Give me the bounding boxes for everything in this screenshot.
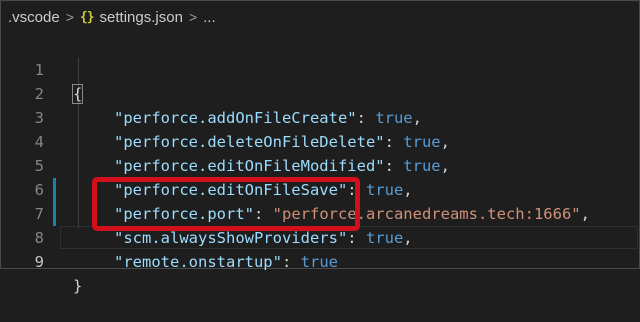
close-brace: } (73, 277, 83, 295)
chevron-right-icon: > (188, 9, 198, 25)
breadcrumb-file[interactable]: settings.json (100, 9, 183, 26)
annotation-highlight-box (92, 177, 360, 231)
breadcrumb-folder[interactable]: .vscode (8, 9, 60, 26)
code-line[interactable]: 2 "perforce.addOnFileCreate": true, (0, 58, 640, 127)
code-line[interactable]: 5 "perforce.editOnFileSave": true, (0, 130, 640, 199)
line-number: 9 (34, 253, 44, 271)
breadcrumb-symbols[interactable]: ... (203, 9, 216, 26)
breadcrumb: .vscode > {} settings.json > ... (0, 0, 640, 34)
chevron-right-icon: > (65, 9, 74, 25)
code-line[interactable]: 3 "perforce.deleteOnFileDelete": true, (0, 82, 640, 151)
setting-key: "remote.onstartup" (114, 253, 282, 271)
setting-value: true (300, 253, 338, 271)
code-line[interactable]: 4 "perforce.editOnFileModified": true, (0, 106, 640, 175)
code-line[interactable]: 6 "perforce.port": "perforce.arcanedream… (0, 154, 640, 223)
code-line[interactable]: 1 { (0, 34, 640, 104)
json-file-icon: {} (79, 9, 95, 25)
